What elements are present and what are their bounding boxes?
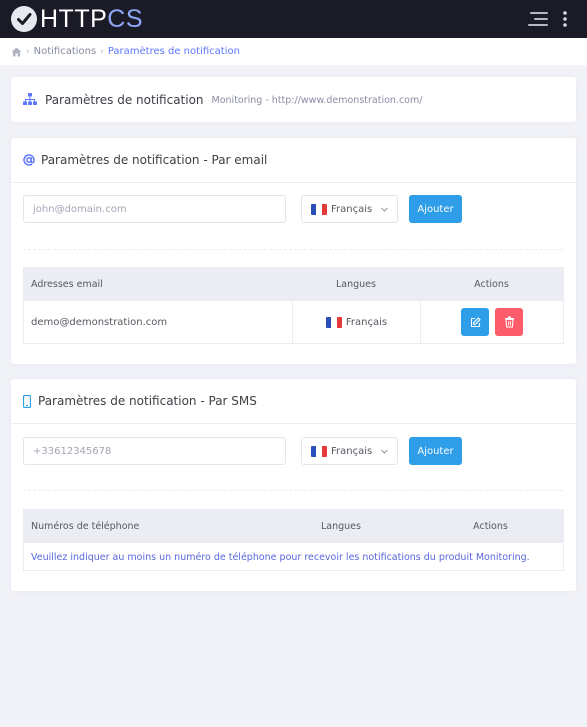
row-email: demo@demonstration.com (31, 316, 168, 328)
breadcrumb-notifications[interactable]: Notifications (34, 46, 97, 57)
column-header-email: Adresses email (31, 279, 103, 290)
empty-phone-notice: Veuillez indiquer au moins un numéro de … (31, 551, 530, 563)
sms-language-select[interactable]: Français (301, 437, 398, 465)
french-flag-icon (311, 203, 327, 215)
chevron-down-icon (380, 447, 389, 459)
breadcrumb-separator: › (26, 46, 30, 57)
email-table: Adresses email Langues Actions demo@demo… (23, 267, 564, 344)
email-settings-card: Paramètres de notification - Par email j… (11, 138, 576, 364)
column-header-actions: Actions (474, 279, 509, 290)
brand-part-1: HTTP (40, 5, 108, 33)
edit-icon (470, 316, 481, 328)
edit-button[interactable] (461, 308, 489, 336)
row-actions (420, 301, 563, 343)
email-input[interactable]: john@domain.com (23, 195, 286, 223)
email-add-button[interactable]: Ajouter (409, 195, 462, 223)
email-card-header: Paramètres de notification - Par email (11, 138, 576, 183)
page-subtitle: Monitoring - http://www.demonstration.co… (211, 95, 423, 106)
breadcrumb: › Notifications › Paramètres de notifica… (0, 38, 587, 65)
sms-section-title: Paramètres de notification - Par SMS (38, 394, 257, 408)
email-language-select[interactable]: Français (301, 195, 398, 223)
sms-language-value: Français (331, 445, 373, 457)
french-flag-icon (325, 316, 342, 328)
at-sign-icon (23, 154, 35, 166)
email-table-header: Adresses email Langues Actions (24, 268, 563, 301)
column-header-actions: Actions (473, 521, 508, 532)
brand-logo[interactable]: HTTPCS (11, 5, 143, 33)
sms-card-header: Paramètres de notification - Par SMS (11, 379, 576, 424)
email-language-value: Français (331, 203, 373, 215)
table-row: demo@demonstration.com Français (24, 301, 563, 343)
check-circle-icon (11, 6, 37, 32)
mobile-phone-icon (23, 394, 31, 408)
delete-button[interactable] (495, 308, 523, 336)
breadcrumb-current[interactable]: Paramètres de notification (108, 46, 240, 57)
row-language-label: Français (345, 316, 388, 328)
breadcrumb-separator: › (100, 46, 104, 57)
top-bar: HTTPCS (0, 0, 587, 38)
page-title: Paramètres de notification (45, 92, 204, 107)
phone-input-placeholder: +33612345678 (33, 445, 112, 457)
brand-part-2: CS (107, 5, 144, 33)
email-input-placeholder: john@domain.com (33, 203, 127, 215)
phone-input[interactable]: +33612345678 (23, 437, 286, 465)
page-header-card: Paramètres de notification Monitoring - … (11, 77, 576, 122)
trash-icon (504, 316, 515, 328)
chevron-down-icon (380, 205, 389, 217)
french-flag-icon (311, 445, 327, 457)
page-header: Paramètres de notification Monitoring - … (11, 77, 576, 122)
column-header-phone: Numéros de téléphone (31, 521, 140, 532)
email-section-title: Paramètres de notification - Par email (41, 153, 268, 167)
sms-add-button[interactable]: Ajouter (409, 437, 462, 465)
sitemap-icon (23, 93, 37, 106)
sms-table: Numéros de téléphone Langues Actions Veu… (23, 509, 564, 571)
column-header-language: Langues (321, 521, 361, 532)
sms-settings-card: Paramètres de notification - Par SMS +33… (11, 379, 576, 591)
sms-table-header: Numéros de téléphone Langues Actions (24, 510, 563, 543)
column-header-language: Langues (336, 279, 376, 290)
row-language: Français (292, 301, 420, 343)
hamburger-menu-icon[interactable] (526, 9, 550, 29)
home-icon[interactable] (11, 47, 22, 57)
vertical-dots-icon[interactable] (558, 9, 572, 29)
divider (23, 490, 563, 491)
divider (23, 249, 563, 250)
brand-wordmark: HTTPCS (40, 5, 143, 33)
